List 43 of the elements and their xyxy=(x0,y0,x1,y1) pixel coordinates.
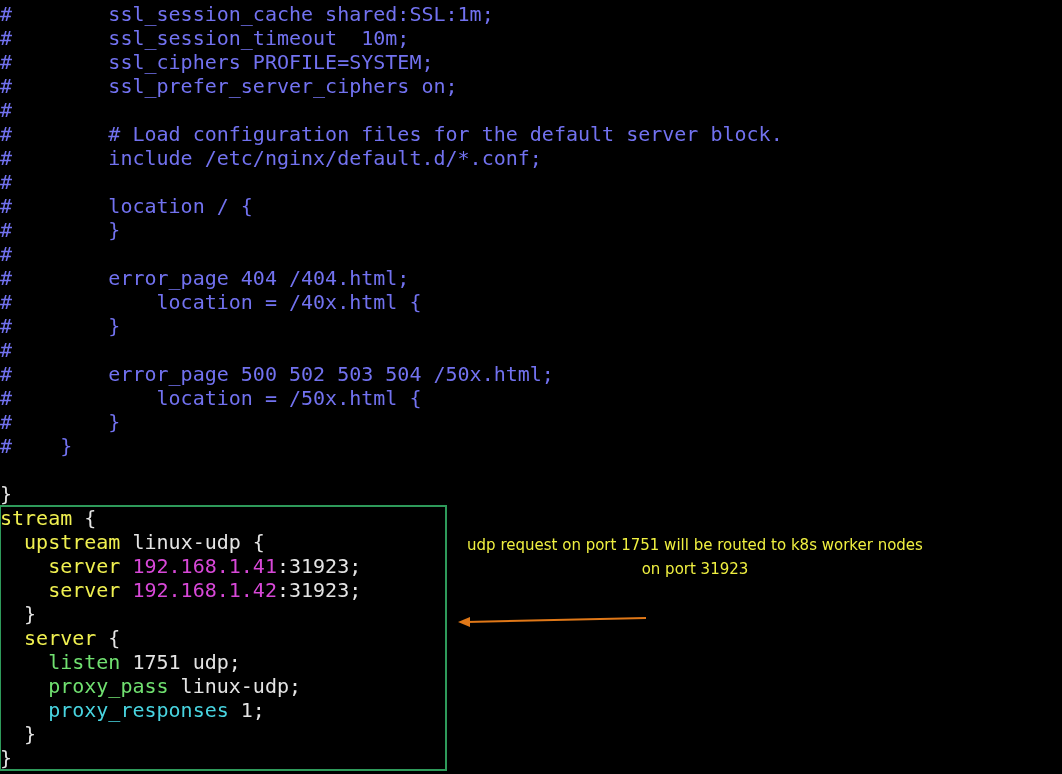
code-text: { xyxy=(83,506,97,530)
comment-text: # } xyxy=(0,410,121,434)
code-text: linux-udp { xyxy=(131,530,265,554)
annotation-text: udp request on port 1751 will be routed to k8s worker nodes xyxy=(467,535,923,556)
code-text: } xyxy=(23,722,37,746)
keyword-text: server xyxy=(47,554,122,578)
comment-text: # include /etc/nginx/default.d/*.conf; xyxy=(0,146,542,170)
keyword-text: server xyxy=(23,626,97,650)
directive-text: proxy_pass xyxy=(47,674,169,698)
comment-text: # } xyxy=(0,314,121,338)
comment-text: # error_page 500 502 503 504 /50x.html; xyxy=(0,362,554,386)
keyword-text: server xyxy=(47,578,122,602)
annotation-text: on port 31923 xyxy=(641,559,749,580)
directive-text: proxy_responses xyxy=(47,698,229,722)
ip-address: 192.168.1.42 xyxy=(132,578,277,602)
comment-text: # location = /50x.html { xyxy=(0,386,422,410)
code-text: 1751 udp; xyxy=(131,650,241,674)
comment-text: # xyxy=(0,242,13,266)
comment-text: # location = /40x.html { xyxy=(0,290,422,314)
code-text: } xyxy=(23,602,37,626)
comment-text: # error_page 404 /404.html; xyxy=(0,266,410,290)
code-text: { xyxy=(107,626,121,650)
comment-text: # ssl_session_timeout 10m; xyxy=(0,26,410,50)
comment-text: # xyxy=(0,98,13,122)
code-text: 1; xyxy=(239,698,265,722)
comment-text: # } xyxy=(0,218,121,242)
comment-text: # ssl_session_cache shared:SSL:1m; xyxy=(0,2,494,26)
comment-text: # xyxy=(0,338,13,362)
comment-text: # xyxy=(0,170,13,194)
keyword-text: stream xyxy=(0,506,73,530)
comment-text: # } xyxy=(0,434,73,458)
comment-text: # ssl_ciphers PROFILE=SYSTEM; xyxy=(0,50,434,74)
code-text: } xyxy=(0,746,13,770)
code-text: } xyxy=(0,482,13,506)
comment-text: # ssl_prefer_server_ciphers on; xyxy=(0,74,458,98)
comment-text: # location / { xyxy=(0,194,253,218)
code-text: :31923; xyxy=(276,578,362,602)
code-text: :31923; xyxy=(276,554,362,578)
comment-text: # # Load configuration files for the default server block. xyxy=(0,122,783,146)
ip-address: 192.168.1.41 xyxy=(132,554,277,578)
directive-text: listen xyxy=(47,650,121,674)
code-text: linux-udp; xyxy=(179,674,302,698)
keyword-text: upstream xyxy=(23,530,121,554)
